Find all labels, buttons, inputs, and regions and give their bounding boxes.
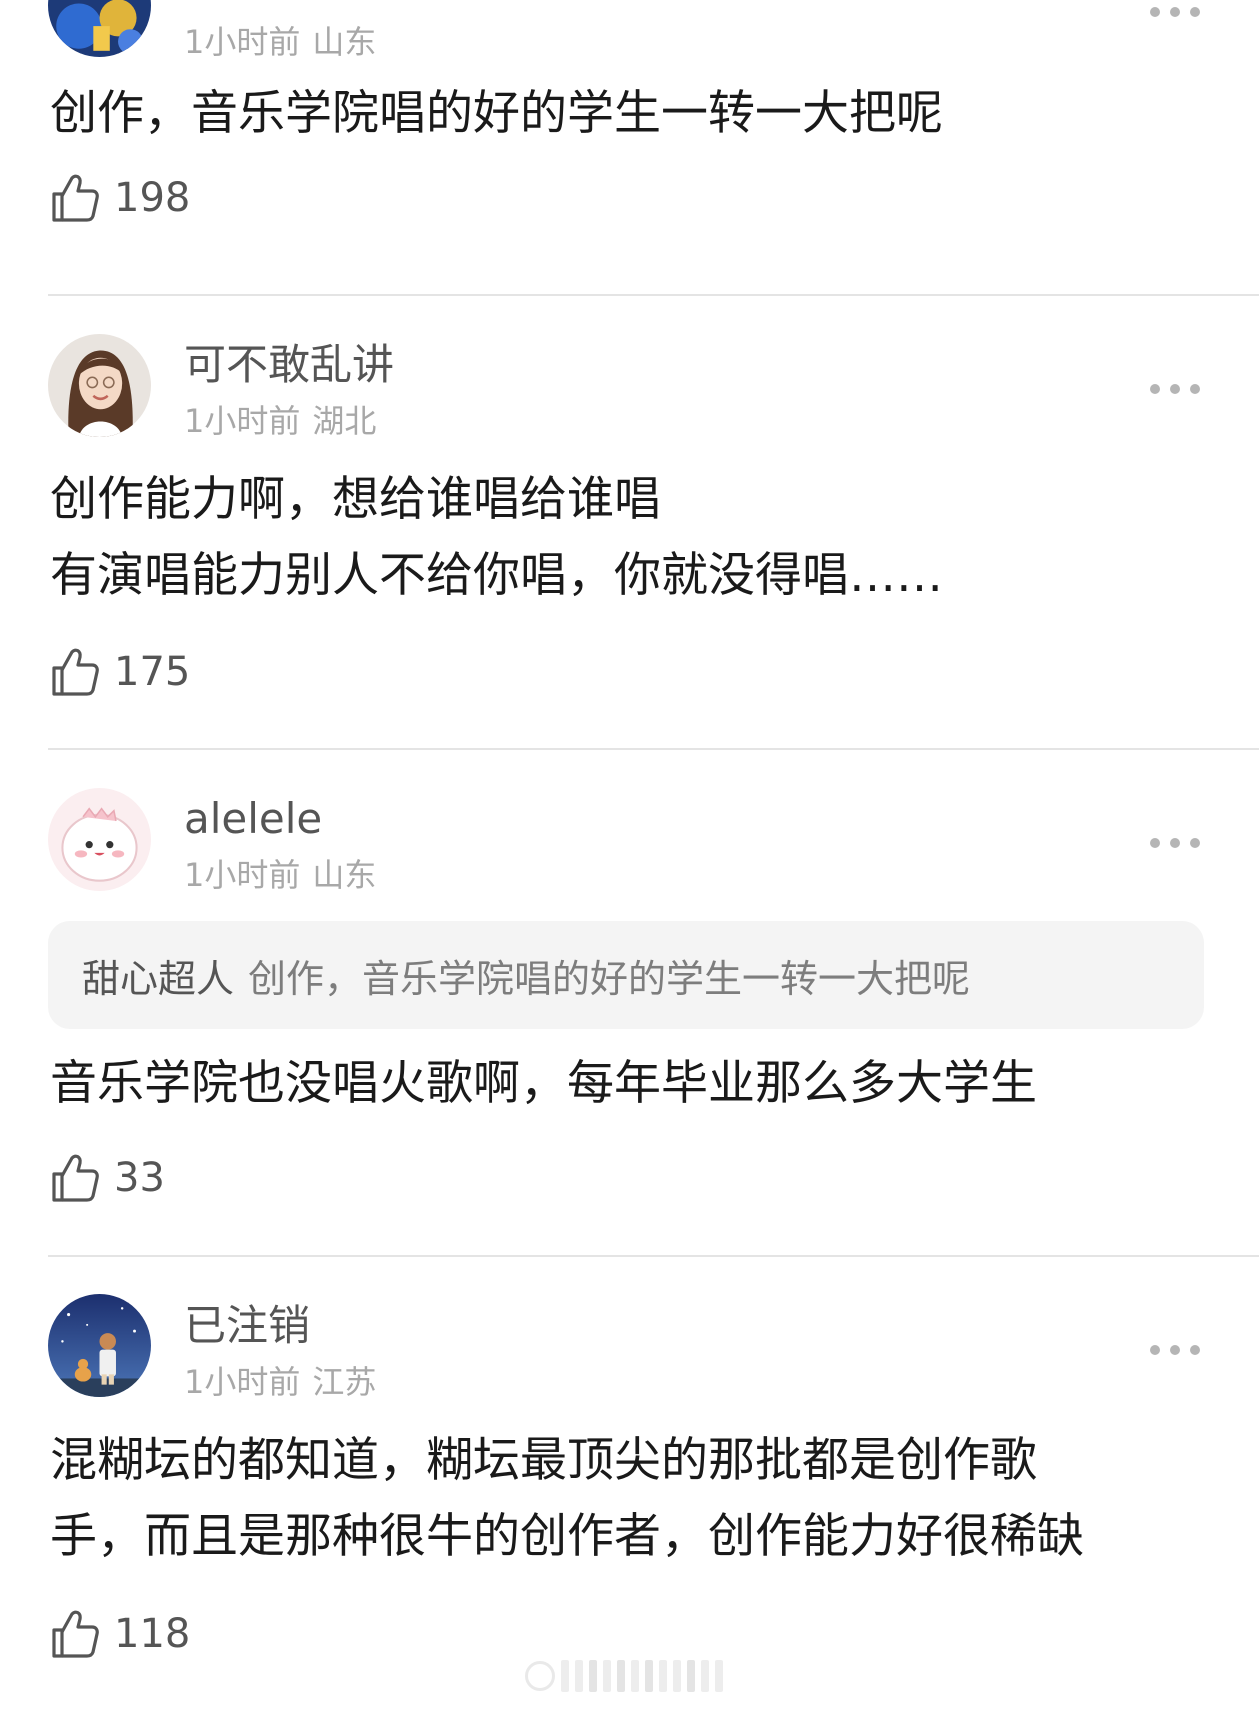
thumbs-up-icon — [52, 648, 99, 696]
like-count: 198 — [114, 175, 191, 221]
comment-text: 创作能力啊，想给谁唱给谁唱 有演唱能力别人不给你唱，你就没得唱…… — [50, 462, 1210, 614]
like-count: 33 — [114, 1155, 165, 1201]
comment-text: 音乐学院也没唱火歌啊，每年毕业那么多大学生 — [50, 1046, 1210, 1122]
comment-meta: 1小时前 江苏 — [184, 1366, 376, 1398]
username[interactable]: 可不敢乱讲 — [184, 344, 394, 386]
username[interactable]: 已注销 — [184, 1305, 310, 1347]
comment-meta: 1小时前 山东 — [184, 26, 376, 58]
comment-meta: 1小时前 湖北 — [184, 405, 376, 437]
avatar-image — [48, 1294, 151, 1397]
like-button[interactable]: 175 — [50, 644, 190, 700]
quoted-username[interactable]: 甜心超人 — [82, 948, 234, 1003]
like-count: 118 — [114, 1611, 191, 1657]
divider — [48, 1255, 1259, 1257]
comment-text-line: 有演唱能力别人不给你唱，你就没得唱…… — [50, 548, 943, 603]
avatar-image — [48, 0, 151, 57]
avatar-image — [48, 788, 151, 891]
comment-text-line: 创作，音乐学院唱的好的学生一转一大把呢 — [50, 86, 943, 141]
avatar[interactable] — [48, 0, 151, 57]
comment-time: 1小时前 — [184, 856, 301, 894]
comment-text-line: 手，而且是那种很牛的创作者，创作能力好很稀缺 — [50, 1509, 1084, 1564]
more-dots-icon[interactable] — [1150, 835, 1200, 851]
comment-text-line: 音乐学院也没唱火歌啊，每年毕业那么多大学生 — [50, 1056, 1037, 1111]
divider — [48, 294, 1259, 296]
more-dots-icon[interactable] — [1150, 381, 1200, 397]
comment-text: 混糊坛的都知道，糊坛最顶尖的那批都是创作歌 手，而且是那种很牛的创作者，创作能力… — [50, 1423, 1210, 1575]
comment-text: 创作，音乐学院唱的好的学生一转一大把呢 — [50, 76, 1210, 152]
comment-location: 湖北 — [312, 402, 377, 440]
avatar-image — [48, 334, 151, 437]
more-dots-icon[interactable] — [1150, 1342, 1200, 1358]
username[interactable]: alelele — [184, 798, 322, 840]
comment-location: 江苏 — [312, 1363, 377, 1401]
avatar[interactable] — [48, 334, 151, 437]
comment-text-line: 混糊坛的都知道，糊坛最顶尖的那批都是创作歌 — [50, 1433, 1037, 1488]
comment-meta: 1小时前 山东 — [184, 859, 376, 891]
quoted-reply[interactable]: 甜心超人 创作，音乐学院唱的好的学生一转一大把呢 — [48, 921, 1204, 1029]
like-button[interactable]: 118 — [50, 1606, 190, 1662]
comment-location: 山东 — [312, 856, 377, 894]
comment-time: 1小时前 — [184, 402, 301, 440]
thumbs-up-icon — [52, 1610, 99, 1658]
watermark-logo — [525, 1660, 723, 1692]
quoted-text: 创作，音乐学院唱的好的学生一转一大把呢 — [248, 956, 971, 1001]
divider — [48, 748, 1259, 750]
more-dots-icon[interactable] — [1150, 4, 1200, 20]
thumbs-up-icon — [52, 174, 99, 222]
like-button[interactable]: 198 — [50, 170, 190, 226]
like-count: 175 — [114, 649, 191, 695]
like-button[interactable]: 33 — [50, 1150, 165, 1206]
comment-location: 山东 — [312, 23, 377, 61]
thumbs-up-icon — [52, 1154, 99, 1202]
comment-time: 1小时前 — [184, 23, 301, 61]
comment-time: 1小时前 — [184, 1363, 301, 1401]
avatar[interactable] — [48, 788, 151, 891]
avatar[interactable] — [48, 1294, 151, 1397]
comment-text-line: 创作能力啊，想给谁唱给谁唱 — [50, 472, 661, 527]
